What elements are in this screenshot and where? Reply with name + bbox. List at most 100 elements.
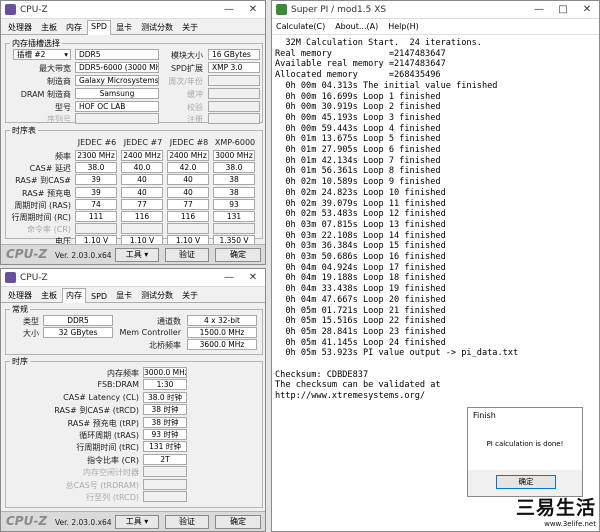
console-line: 0h 02m 53.483s Loop 12 finished	[275, 209, 446, 220]
console-line: 0h 03m 50.686s Loop 16 finished	[275, 252, 446, 263]
mem-timing-value: 93 时钟	[143, 429, 187, 440]
max-bw: DDR5-6000 (3000 MHz)	[75, 62, 159, 73]
slot-select[interactable]: 插槽 #2 ▾	[13, 49, 71, 60]
version-label: Ver. 2.03.0.x64	[55, 251, 112, 260]
close-icon[interactable]: ✕	[241, 269, 265, 286]
size-label: 大小	[23, 329, 39, 338]
version-label: Ver. 2.03.0.x64	[55, 518, 112, 527]
tab-item[interactable]: 内存	[62, 288, 86, 303]
chevron-down-icon: ▾	[144, 250, 149, 259]
dram-maker: Samsung	[75, 88, 159, 99]
timing-cell: 38	[213, 174, 255, 186]
minimize-icon[interactable]: —	[217, 269, 241, 286]
timing-table-title: 时序表	[10, 125, 38, 136]
mem-timing-label: 总CAS号 (tRDRAM)	[65, 480, 139, 490]
console-line: 0h 04m 47.667s Loop 20 finished	[275, 294, 446, 305]
tab-item[interactable]: 关于	[178, 20, 202, 34]
module-type: DDR5	[75, 49, 159, 60]
close-icon[interactable]: ✕	[241, 1, 265, 18]
tab-item[interactable]: 处理器	[4, 20, 36, 34]
window-title: Super PI / mod1.5 XS	[291, 4, 387, 15]
console-line: 0h 04m 19.188s Loop 18 finished	[275, 273, 446, 284]
timing-cell: 38.0	[213, 162, 255, 174]
timing-cell: 42.0	[167, 162, 209, 174]
general-group-title: 常规	[10, 304, 30, 315]
verify-button[interactable]: 验证	[165, 515, 209, 529]
console-line: 0h 04m 33.438s Loop 19 finished	[275, 284, 446, 295]
minimize-icon[interactable]: —	[217, 1, 241, 18]
mem-timing-label: CAS# Latency (CL)	[63, 392, 139, 402]
timing-cell: 40	[121, 186, 163, 198]
timing-cell: 2300 MHz	[75, 150, 117, 161]
mem-type: DDR5	[43, 315, 113, 326]
menu-item[interactable]: Help(H)	[388, 22, 419, 31]
mem-timing-label: 行周期时间 (tRC)	[76, 443, 139, 453]
tab-item[interactable]: 显卡	[112, 288, 136, 302]
tab-item[interactable]: 主板	[37, 288, 61, 302]
console-line: 0h 01m 42.134s Loop 7 finished	[275, 155, 441, 166]
mem-timing-label: RAS# 到CAS# (tRCD)	[54, 406, 139, 416]
cpuz-spd-tabs: 处理器 主板 内存 SPD 显卡 测试分数 关于	[1, 19, 265, 35]
tab-item[interactable]: 测试分数	[137, 20, 177, 34]
timing-cell: 40.0	[121, 162, 163, 174]
tab-item[interactable]: 主板	[37, 20, 61, 34]
console-line: http://www.xtremesystems.org/	[275, 391, 426, 402]
cpuz-app-icon	[5, 272, 16, 283]
mem-timing-value: 3000.0 MHz	[143, 367, 187, 378]
timing-cell: 40	[121, 174, 163, 186]
console-line: 0h 00m 59.443s Loop 4 finished	[275, 123, 441, 134]
cpuz-memory-titlebar: CPU-Z — ✕	[1, 269, 265, 287]
tab-item[interactable]: SPD	[87, 20, 112, 35]
tools-button[interactable]: 工具 ▾	[115, 515, 159, 529]
tab-item[interactable]: 关于	[178, 288, 202, 302]
cpuz-memory-footer: CPU-Z Ver. 2.03.0.x64 工具 ▾ 验证 确定	[1, 511, 265, 531]
mem-timing-label: 循环周期 (tRAS)	[79, 431, 139, 440]
tab-item[interactable]: 内存	[62, 20, 86, 34]
timing-cell	[213, 223, 255, 235]
tab-item[interactable]: 处理器	[4, 288, 36, 302]
serial-label: 序列号	[47, 115, 71, 124]
finish-dialog: Finish PI calculation is done! 确定	[467, 407, 583, 497]
slot-group-title: 内存插槽选择	[10, 38, 62, 49]
timing-cell: 93	[213, 198, 255, 210]
timing-row-label: 行周期时间 (RC)	[11, 213, 71, 222]
close-icon[interactable]: ✕	[575, 1, 599, 18]
window-title: CPU-Z	[20, 4, 48, 15]
channels-label: 通道数	[157, 317, 181, 326]
timing-cell: 111	[75, 211, 117, 222]
timing-cell	[75, 223, 117, 235]
ok-button[interactable]: 确定	[215, 248, 261, 262]
mem-timing-label: 行至列 (tRCD)	[86, 493, 139, 502]
mem-timing-label: FSB:DRAM	[97, 380, 140, 390]
timing-cell: 74	[75, 198, 117, 210]
verify-button[interactable]: 验证	[165, 248, 209, 262]
ok-button[interactable]: 确定	[215, 515, 261, 529]
type-label: 类型	[23, 317, 39, 326]
timing-row-label: 命令率 (CR)	[27, 225, 71, 235]
mem-ctrl: 1500.0 MHz	[187, 327, 257, 338]
console-line: Available real memory =2147483647	[275, 59, 446, 70]
cpuz-memory-window: CPU-Z — ✕ 处理器 主板 内存 SPD 显卡 测试分数 关于 常规 类型 DDR5 …	[0, 268, 266, 532]
console-line: 0h 05m 28.841s Loop 23 finished	[275, 326, 446, 337]
nb-freq: 3600.0 MHz	[187, 339, 257, 350]
tools-button[interactable]: 工具 ▾	[115, 248, 159, 262]
tab-item[interactable]: 测试分数	[137, 288, 177, 302]
note	[208, 113, 260, 124]
dialog-ok-button[interactable]: 确定	[496, 475, 556, 489]
console-line: 0h 03m 07.815s Loop 13 finished	[275, 219, 446, 230]
menu-item[interactable]: About...(A)	[335, 22, 378, 31]
maximize-icon[interactable]: □	[551, 1, 575, 18]
tab-item[interactable]: 显卡	[112, 20, 136, 34]
slot-select-value: 插槽 #2	[17, 50, 46, 59]
tab-item[interactable]: SPD	[87, 290, 111, 302]
mem-timing-label: 指令比率 (CR)	[87, 455, 139, 465]
timing-cell: 116	[121, 211, 163, 222]
menu-item[interactable]: Calculate(C)	[276, 22, 325, 31]
spd-ext-label: SPD扩展	[170, 64, 203, 73]
minimize-icon[interactable]: —	[527, 1, 551, 18]
cpuz-memory-tabs: 处理器 主板 内存 SPD 显卡 测试分数 关于	[1, 287, 265, 303]
console-line: 0h 02m 39.079s Loop 11 finished	[275, 198, 446, 209]
timing-cell: 3000 MHz	[213, 150, 255, 161]
maker: Galaxy Microsystems Ltd.	[75, 75, 159, 86]
